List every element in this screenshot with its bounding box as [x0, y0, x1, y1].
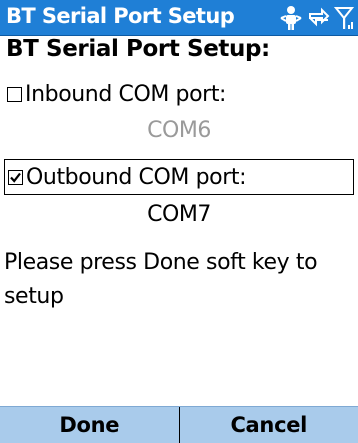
outbound-com-label: Outbound COM port: [26, 164, 247, 190]
inbound-com-label: Inbound COM port: [25, 81, 227, 107]
bluetooth-person-icon[interactable] [278, 5, 304, 31]
done-softkey[interactable]: Done [0, 407, 180, 443]
outbound-com-value: COM7 [147, 202, 211, 227]
cancel-softkey[interactable]: Cancel [180, 407, 358, 443]
checkbox-unchecked-icon[interactable] [7, 86, 22, 102]
checkbox-checked-icon[interactable] [8, 169, 23, 185]
page-heading: BT Serial Port Setup: [6, 36, 270, 62]
inbound-com-value: COM6 [147, 118, 211, 143]
status-icons [278, 5, 354, 31]
inbound-com-checkbox[interactable]: Inbound COM port: [4, 76, 314, 112]
instruction-text: Please press Done soft key to setup [4, 250, 318, 309]
softkey-bar: Done Cancel [0, 406, 358, 443]
signal-icon[interactable] [334, 5, 354, 31]
title-bar: BT Serial Port Setup [0, 0, 358, 36]
window-title: BT Serial Port Setup [6, 4, 235, 28]
connectivity-icon[interactable] [307, 6, 331, 30]
outbound-com-checkbox[interactable]: Outbound COM port: [4, 159, 354, 195]
